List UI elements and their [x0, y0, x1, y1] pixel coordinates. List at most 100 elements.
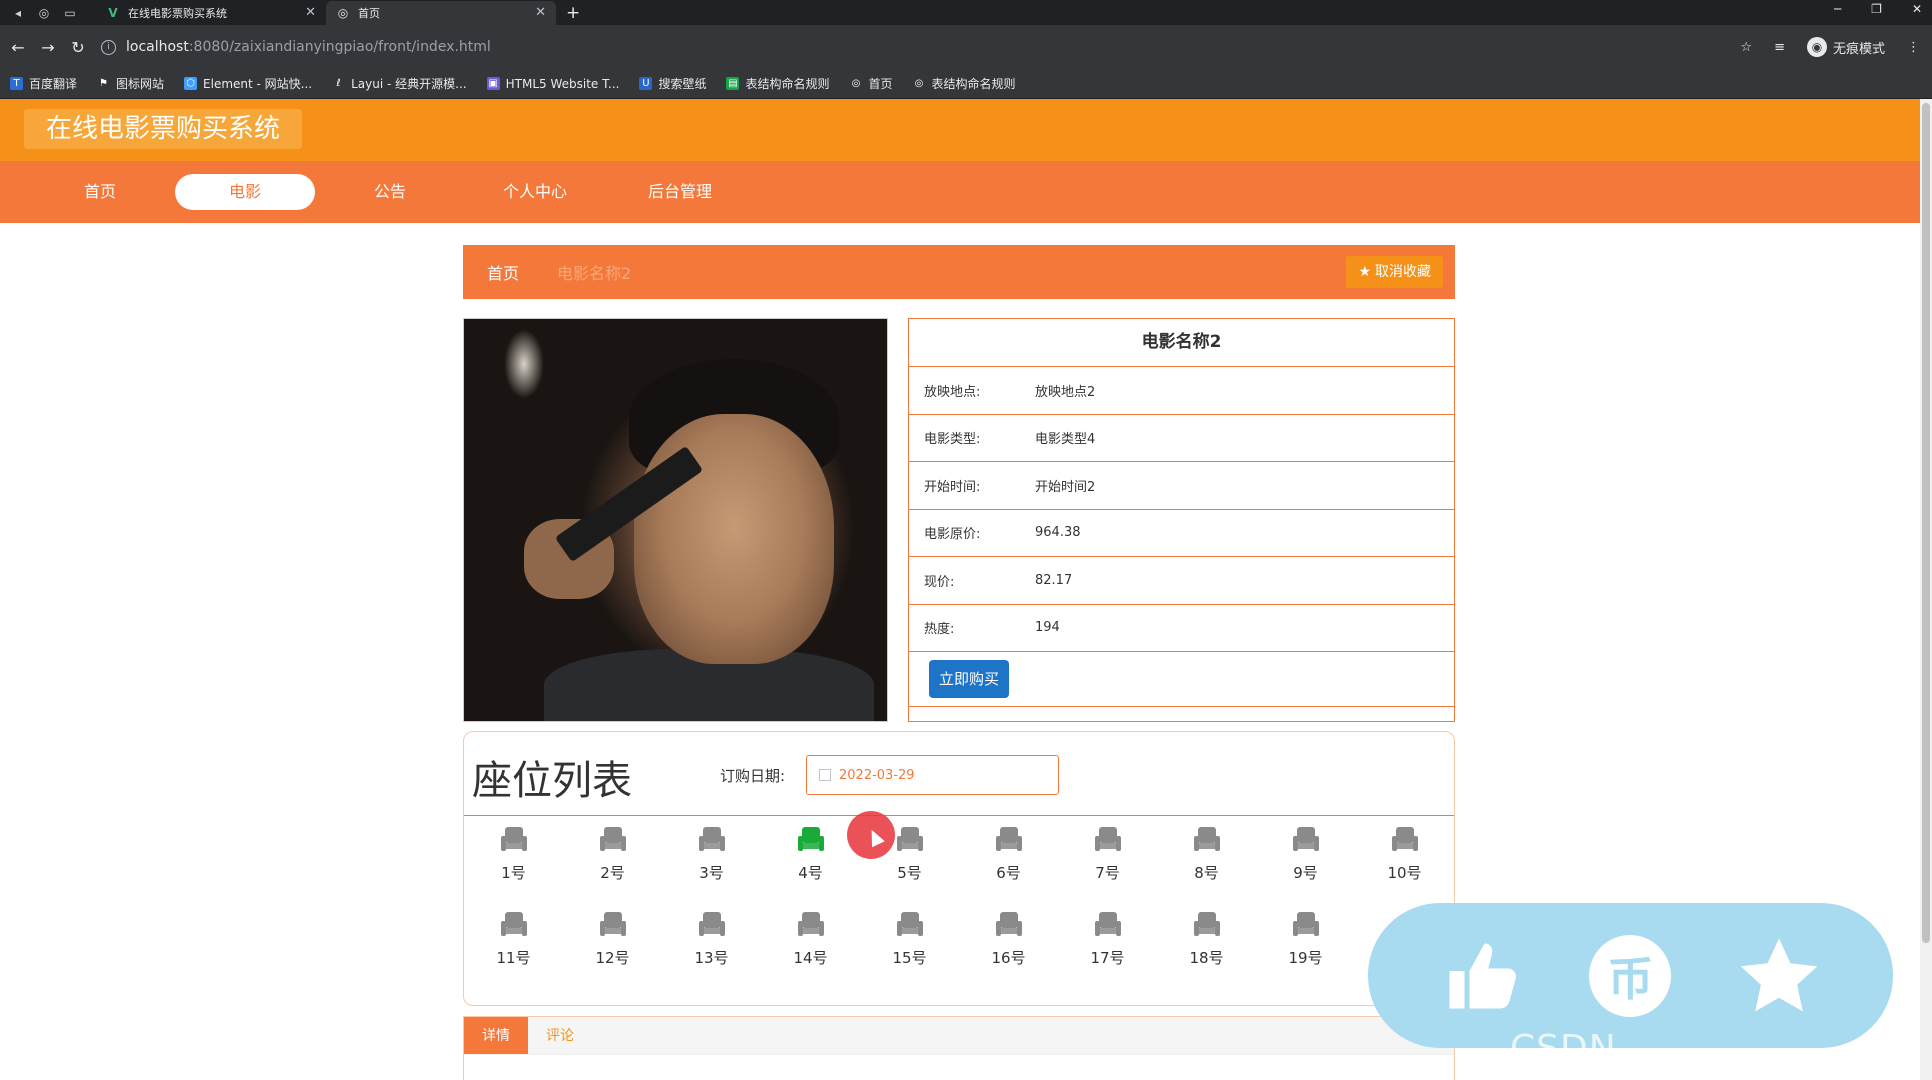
seat-row: 11号 12号 13号 14号 15号 16号 17号 18号 19号: [464, 901, 1456, 986]
seat[interactable]: 12号: [563, 901, 662, 986]
seat[interactable]: 3号: [662, 816, 761, 901]
close-tab-icon[interactable]: ✕: [535, 5, 546, 20]
bookmark-item[interactable]: ▤ 表结构命名规则: [726, 75, 829, 92]
star-icon[interactable]: [1734, 931, 1824, 1021]
thumbs-up-icon[interactable]: [1437, 931, 1527, 1021]
breadcrumb: 首页 电影名称2 ★ 取消收藏: [463, 245, 1455, 299]
seat-icon: [500, 827, 527, 851]
bookmark-item[interactable]: U 搜索壁纸: [639, 75, 706, 92]
seat-label: 9号: [1293, 864, 1318, 882]
buy-now-button[interactable]: 立即购买: [929, 660, 1010, 698]
seat-icon: [698, 827, 725, 851]
seat-icon: [1193, 912, 1220, 936]
new-tab-icon[interactable]: +: [566, 3, 580, 23]
seat[interactable]: 2号: [563, 816, 662, 901]
globe-icon: ◎: [851, 78, 861, 89]
seat-row: 1号 2号 3号 4号 5号 6号 7号 8号 9号 10号: [464, 816, 1456, 901]
detail-tabs: 详情 评论: [463, 1016, 1455, 1080]
back-icon[interactable]: ←: [3, 38, 33, 57]
bookmark-item[interactable]: ◎ 表结构命名规则: [913, 75, 1016, 92]
nav-profile[interactable]: 个人中心: [465, 174, 605, 210]
browser-tab-2[interactable]: ◎ 首页 ✕: [326, 1, 556, 25]
tab-comments[interactable]: 评论: [528, 1017, 592, 1054]
nav-notices[interactable]: 公告: [320, 174, 460, 210]
seat-label: 2号: [600, 864, 625, 882]
floating-action-bar: 币: [1368, 903, 1893, 1048]
window-icon[interactable]: ▭: [62, 5, 78, 21]
info-row-popularity: 热度: 194: [909, 605, 1454, 652]
bookmark-item[interactable]: T 百度翻译: [10, 75, 77, 92]
tab-details[interactable]: 详情: [464, 1017, 528, 1054]
browser-tab-bar: ◂ ◎ ▭ V 在线电影票购买系统 ✕ ◎ 首页 ✕ + ─ ❐ ✕: [0, 0, 1932, 25]
seat-label: 4号: [798, 864, 823, 882]
movie-poster: [463, 318, 888, 722]
coin-icon[interactable]: 币: [1585, 931, 1675, 1021]
seat[interactable]: 19号: [1256, 901, 1355, 986]
globe-icon[interactable]: ◎: [36, 5, 52, 21]
seat-label: 16号: [991, 949, 1026, 967]
seat[interactable]: 11号: [464, 901, 563, 986]
seat[interactable]: 16号: [959, 901, 1058, 986]
seat[interactable]: 15号: [860, 901, 959, 986]
layui-icon: ℓ: [336, 78, 341, 89]
restore-icon[interactable]: ❐: [1871, 2, 1882, 16]
seat[interactable]: 10号: [1355, 816, 1454, 901]
bookmark-item[interactable]: ▣ HTML5 Website T...: [486, 77, 619, 91]
nav-movies[interactable]: 电影: [175, 174, 315, 210]
flag-icon: ⚑: [99, 78, 108, 89]
seat-icon: [896, 912, 923, 936]
seat-icon: [995, 912, 1022, 936]
incognito-profile[interactable]: ◉ 无痕模式: [1806, 37, 1885, 57]
seat-label: 19号: [1288, 949, 1323, 967]
bookmark-item[interactable]: ℓ Layui - 经典开源模...: [332, 75, 467, 92]
info-row-type: 电影类型: 电影类型4: [909, 415, 1454, 462]
bookmark-item[interactable]: ⬡ Element - 网站快...: [184, 75, 312, 92]
seat-icon: [1094, 912, 1121, 936]
minimize-icon[interactable]: ─: [1834, 2, 1841, 16]
seat[interactable]: 17号: [1058, 901, 1157, 986]
seat[interactable]: 18号: [1157, 901, 1256, 986]
seat[interactable]: 14号: [761, 901, 860, 986]
scrollbar-thumb[interactable]: [1922, 103, 1930, 943]
movie-title: 电影名称2: [909, 319, 1454, 367]
wallpaper-icon: U: [639, 77, 653, 90]
seat[interactable]: 9号: [1256, 816, 1355, 901]
bookmark-item[interactable]: ⚑ 图标网站: [97, 75, 164, 92]
bookmarks-bar: T 百度翻译 ⚑ 图标网站 ⬡ Element - 网站快... ℓ Layui - 经…: [0, 69, 1932, 99]
page-scrollbar[interactable]: [1920, 99, 1932, 1080]
sheet-icon: ▤: [726, 77, 740, 90]
reload-icon[interactable]: ↻: [63, 38, 93, 57]
seat[interactable]: 6号: [959, 816, 1058, 901]
seat-label: 15号: [892, 949, 927, 967]
close-tab-icon[interactable]: ✕: [305, 5, 316, 20]
menu-icon[interactable]: ⋮: [1907, 40, 1920, 55]
close-window-icon[interactable]: ✕: [1912, 2, 1922, 16]
element-icon: ⬡: [184, 77, 198, 90]
seat[interactable]: 1号: [464, 816, 563, 901]
seat-list-panel: 座位列表 订购日期: 2022-03-29 1号 2号 3号 4号 5号 6号 7号 8号 9号…: [463, 731, 1455, 1006]
info-icon[interactable]: i: [101, 39, 116, 55]
globe-icon: ◎: [337, 6, 349, 20]
nav-home[interactable]: 首页: [30, 174, 170, 210]
reading-list-icon[interactable]: ≡: [1774, 40, 1785, 55]
bookmark-item[interactable]: ◎ 首页: [849, 75, 893, 92]
seat-label: 17号: [1090, 949, 1125, 967]
seat[interactable]: 8号: [1157, 816, 1256, 901]
browser-tab-1[interactable]: V 在线电影票购买系统 ✕: [96, 1, 326, 25]
forward-icon[interactable]: →: [33, 38, 63, 57]
url-field[interactable]: i localhost:8080/zaixiandianyingpiao/fro…: [101, 39, 491, 55]
seat[interactable]: 7号: [1058, 816, 1157, 901]
address-bar: ← → ↻ i localhost:8080/zaixiandianyingpi…: [0, 25, 1932, 69]
seat[interactable]: 13号: [662, 901, 761, 986]
cancel-favorite-button[interactable]: ★ 取消收藏: [1346, 256, 1443, 288]
seat-icon: [599, 912, 626, 936]
csdn-watermark: CSDN @QQ3295391197: [1510, 1028, 1844, 1080]
seat[interactable]: 4号: [761, 816, 860, 901]
order-date-picker[interactable]: 2022-03-29: [806, 755, 1059, 795]
speaker-icon[interactable]: ◂: [10, 5, 26, 21]
bookmark-star-icon[interactable]: ☆: [1740, 40, 1752, 55]
seat-icon: [1391, 827, 1418, 851]
window-controls: ─ ❐ ✕: [1834, 2, 1922, 16]
nav-admin[interactable]: 后台管理: [610, 174, 750, 210]
breadcrumb-home[interactable]: 首页: [487, 260, 519, 284]
